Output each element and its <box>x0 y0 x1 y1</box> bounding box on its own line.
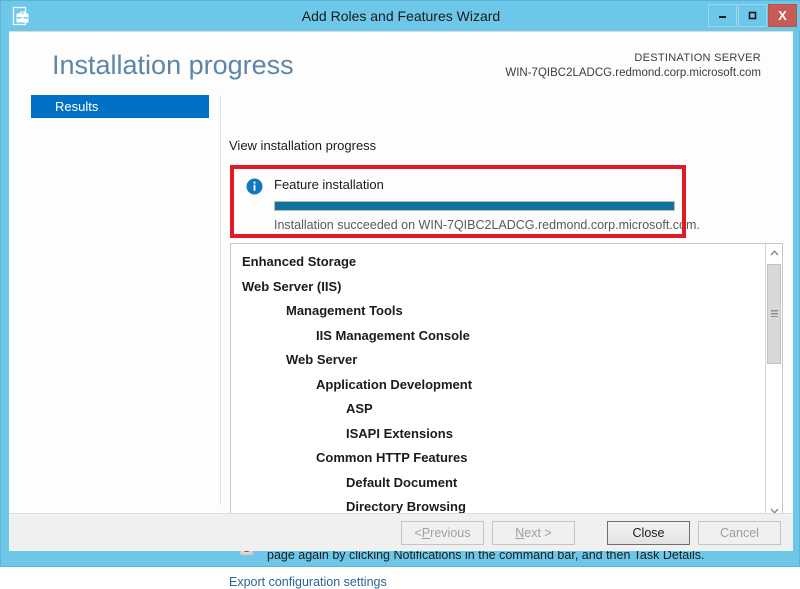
wizard-buttons: < Previous Next > Close Cancel <box>401 521 781 545</box>
list-item-label: Web Server <box>286 352 358 367</box>
destination-server-label: DESTINATION SERVER <box>634 52 761 64</box>
window-controls: X <box>707 4 797 27</box>
installed-features-list-inner: Enhanced Storage Web Server (IIS) Manageme… <box>231 244 766 519</box>
list-item-label: Application Development <box>316 376 473 392</box>
close-button[interactable]: X <box>768 4 797 27</box>
list-item-label: ASP <box>346 401 373 416</box>
list-item[interactable]: Enhanced Storage <box>231 250 766 275</box>
main-content: View installation progress Feature insta… <box>221 95 793 589</box>
list-item-label: Default Document <box>346 474 458 490</box>
list-item[interactable]: ISAPI Extensions <box>231 422 766 447</box>
info-icon <box>246 178 263 195</box>
scrollbar-grip <box>771 310 778 317</box>
title-bar[interactable]: Add Roles and Features Wizard X <box>1 1 800 31</box>
page-title: Installation progress <box>52 50 294 80</box>
list-item[interactable]: Application Development <box>231 373 766 398</box>
minimize-button[interactable] <box>708 4 737 27</box>
window-title: Add Roles and Features Wizard <box>301 8 501 24</box>
list-item[interactable]: Web Server <box>231 348 766 373</box>
scrollbar-thumb[interactable] <box>767 264 781 364</box>
list-item[interactable]: Common HTTP Features <box>231 446 766 471</box>
list-item-label: Common HTTP Features <box>316 450 468 465</box>
destination-server-block: DESTINATION SERVER WIN-7QIBC2LADCG.redmo… <box>505 52 761 79</box>
list-scrollbar[interactable] <box>765 244 782 519</box>
list-item-label: Web Server (IIS) <box>242 278 342 294</box>
mnemonic-letter: N <box>515 526 525 540</box>
sidebar-item-results[interactable]: Results <box>31 95 209 118</box>
feature-installation-title: Feature installation <box>274 177 384 192</box>
list-item[interactable]: Default Document <box>231 471 766 496</box>
export-configuration-settings-link[interactable]: Export configuration settings <box>229 575 387 589</box>
next-button: Next > <box>492 521 575 545</box>
button-gap <box>583 521 599 545</box>
installation-status-text: Installation succeeded on WIN-7QIBC2LADC… <box>274 218 700 232</box>
mnemonic-letter: P <box>421 526 431 540</box>
feature-installation-panel: Feature installation Installation succee… <box>230 165 700 238</box>
maximize-button[interactable] <box>738 4 767 27</box>
destination-server-name: WIN-7QIBC2LADCG.redmond.corp.microsoft.c… <box>505 67 761 79</box>
wizard-window: Add Roles and Features Wizard X Installa… <box>0 0 800 589</box>
wizard-button-bar: < Previous Next > Close Cancel <box>9 513 793 551</box>
list-item-label: ISAPI Extensions <box>346 425 453 441</box>
wizard-nav-sidebar: Results <box>9 95 221 505</box>
scroll-up-button[interactable] <box>766 244 782 261</box>
list-item-label: Directory Browsing <box>346 499 466 514</box>
list-item[interactable]: IIS Management Console <box>231 324 766 349</box>
list-item-label: IIS Management Console <box>316 327 470 343</box>
installed-features-list[interactable]: Enhanced Storage Web Server (IIS) Manageme… <box>230 243 783 520</box>
list-item-label: Enhanced Storage <box>242 254 357 269</box>
sidebar-item-label: Results <box>55 99 99 114</box>
cancel-button: Cancel <box>698 521 781 545</box>
progress-bar-fill <box>275 202 674 210</box>
close-button[interactable]: Close <box>607 521 690 545</box>
installation-progress-bar <box>274 201 675 211</box>
list-item[interactable]: Management Tools <box>231 299 766 324</box>
previous-button: < Previous <box>401 521 484 545</box>
page-header: Installation progress DESTINATION SERVER… <box>9 32 793 95</box>
list-item-label: Management Tools <box>286 303 403 318</box>
list-item[interactable]: Web Server (IIS) <box>231 275 766 300</box>
client-area: Installation progress DESTINATION SERVER… <box>9 31 793 589</box>
list-item[interactable]: ASP <box>231 397 766 422</box>
view-progress-label: View installation progress <box>229 138 377 153</box>
